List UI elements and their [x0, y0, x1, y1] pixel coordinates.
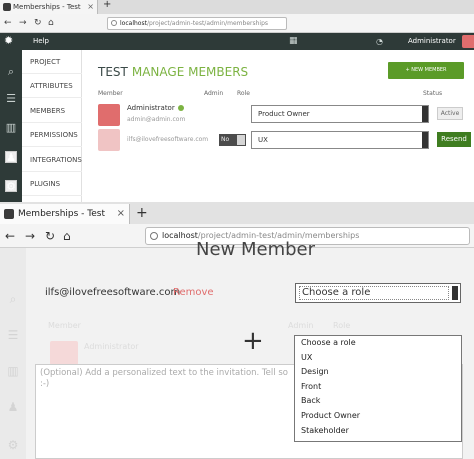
member-email: ilfs@ilovefreesoftware.com [127, 136, 209, 143]
role-select[interactable]: Product Owner [251, 105, 429, 123]
close-tab-icon[interactable]: × [117, 204, 125, 224]
role-option[interactable]: UX [295, 351, 461, 366]
column-role: Role [237, 90, 250, 97]
page-title: TEST MANAGE MEMBERS [98, 65, 248, 79]
chevron-down-icon [422, 132, 428, 148]
submenu-item-project[interactable]: PROJECT [22, 50, 82, 74]
browser-tab-strip: Memberships - Test × + [0, 202, 474, 224]
user-name[interactable]: Administrator [408, 33, 456, 50]
app-header: ✹ Help ▦ ◔ Administrator [0, 33, 474, 50]
info-icon [111, 20, 117, 26]
back-icon[interactable]: ← [4, 17, 12, 29]
favicon-icon [3, 3, 11, 11]
browser-tab[interactable]: Memberships - Test × [0, 204, 130, 224]
forward-icon[interactable]: → [25, 229, 35, 243]
role-dropdown-list: Choose a role UX Design Front Back Produ… [294, 335, 462, 442]
new-tab-button[interactable]: + [103, 0, 111, 10]
project-name: TEST [98, 65, 128, 79]
team-icon: ♟ [7, 400, 19, 414]
role-option[interactable]: Design [295, 365, 461, 380]
browser-tab[interactable]: Memberships - Test × [0, 0, 98, 14]
icon-sidebar: ⌕ ☰ ▥ ♟ ⚙ [0, 50, 22, 202]
notifications-icon[interactable]: ◔ [376, 36, 383, 47]
page-subtitle: MANAGE MEMBERS [131, 65, 249, 79]
browser-tab-strip: Memberships - Test × + [0, 0, 474, 14]
role-select[interactable]: Choose a role [295, 283, 461, 303]
page-backdrop: ⌕ ☰ ▥ ♟ ⚙ Member Admin Role Administrato… [0, 240, 474, 459]
avatar [98, 129, 120, 151]
url-host: localhost [120, 20, 147, 27]
kanban-icon: ▥ [7, 364, 19, 378]
column-status: Status [423, 90, 443, 97]
avatar[interactable] [462, 35, 474, 48]
grid-icon[interactable]: ▦ [289, 35, 298, 47]
search-icon: ⌕ [9, 292, 17, 306]
chevron-down-icon [422, 106, 428, 122]
role-option[interactable]: Front [295, 380, 461, 395]
avatar [98, 104, 120, 126]
column-admin: Admin [204, 90, 224, 97]
icon-sidebar: ⌕ ☰ ▥ ♟ ⚙ [0, 248, 26, 459]
submenu-item-plugins[interactable]: PLUGINS [22, 172, 82, 196]
forward-icon[interactable]: → [19, 17, 27, 29]
reload-icon[interactable]: ↻ [34, 17, 42, 29]
role-option[interactable]: Choose a role [295, 336, 461, 351]
chevron-down-icon [452, 286, 458, 300]
role-option[interactable]: Stakeholder [295, 424, 461, 439]
submenu-item-permissions[interactable]: PERMISSIONS [22, 123, 82, 147]
reload-icon[interactable]: ↻ [45, 229, 55, 243]
invite-email: ilfs@ilovefreesoftware.com [45, 287, 181, 298]
backlog-icon[interactable]: ☰ [5, 93, 17, 105]
remove-link[interactable]: Remove [173, 287, 214, 299]
submenu-item-integrations[interactable]: INTEGRATIONS [22, 148, 82, 172]
add-member-icon[interactable]: + [242, 328, 264, 354]
url-path: /project/admin-test/admin/memberships [146, 20, 269, 27]
address-bar[interactable]: localhost/project/admin-test/admin/membe… [107, 17, 287, 30]
kanban-icon[interactable]: ▥ [5, 122, 17, 134]
favicon-icon [4, 209, 14, 219]
help-link[interactable]: Help [33, 33, 49, 50]
home-icon[interactable]: ⌂ [63, 229, 71, 243]
url-host: localhost [162, 231, 198, 240]
member-name: Administrator [127, 104, 184, 113]
backlog-icon: ☰ [7, 328, 19, 342]
back-icon[interactable]: ← [5, 229, 15, 243]
role-option[interactable]: Product Owner [295, 409, 461, 424]
admin-toggle[interactable]: No [219, 134, 246, 146]
online-dot-icon [177, 105, 184, 111]
new-member-modal: New Member ilfs@ilovefreesoftware.com Re… [26, 240, 474, 459]
browser-toolbar: ← → ↻ ⌂ localhost/project/admin-test/adm… [0, 14, 474, 33]
admin-submenu: PROJECT ATTRIBUTES MEMBERS PERMISSIONS I… [22, 50, 82, 202]
bottom-screenshot: Memberships - Test × + ← → ↻ ⌂ localhost… [0, 202, 474, 459]
search-icon[interactable]: ⌕ [5, 66, 17, 78]
role-select[interactable]: UX [251, 131, 429, 149]
submenu-item-members[interactable]: MEMBERS [22, 99, 82, 123]
top-screenshot: Memberships - Test × + ← → ↻ ⌂ localhost… [0, 0, 474, 202]
column-member: Member [98, 90, 123, 97]
home-icon[interactable]: ⌂ [48, 17, 54, 29]
settings-icon: ⚙ [7, 438, 19, 452]
tab-title: Memberships - Test [18, 209, 106, 219]
resend-button[interactable]: Resend [437, 132, 471, 147]
member-email: admin@admin.com [127, 116, 186, 123]
message-placeholder: (Optional) Add a personalized text to th… [40, 368, 288, 389]
close-tab-icon[interactable]: × [87, 0, 94, 14]
modal-title: New Member [196, 239, 316, 260]
status-badge: Active [437, 107, 463, 120]
role-option[interactable]: Back [295, 394, 461, 409]
submenu-item-attributes[interactable]: ATTRIBUTES [22, 74, 82, 98]
members-panel: TEST MANAGE MEMBERS + NEW MEMBER Member A… [82, 50, 474, 202]
taiga-logo-icon[interactable]: ✹ [4, 35, 13, 47]
new-member-button[interactable]: + NEW MEMBER [388, 62, 464, 79]
info-icon [150, 232, 158, 240]
new-tab-button[interactable]: + [136, 204, 148, 222]
team-icon[interactable]: ♟ [5, 151, 17, 164]
tab-title: Memberships - Test [13, 3, 81, 11]
settings-icon[interactable]: ⚙ [5, 180, 17, 193]
